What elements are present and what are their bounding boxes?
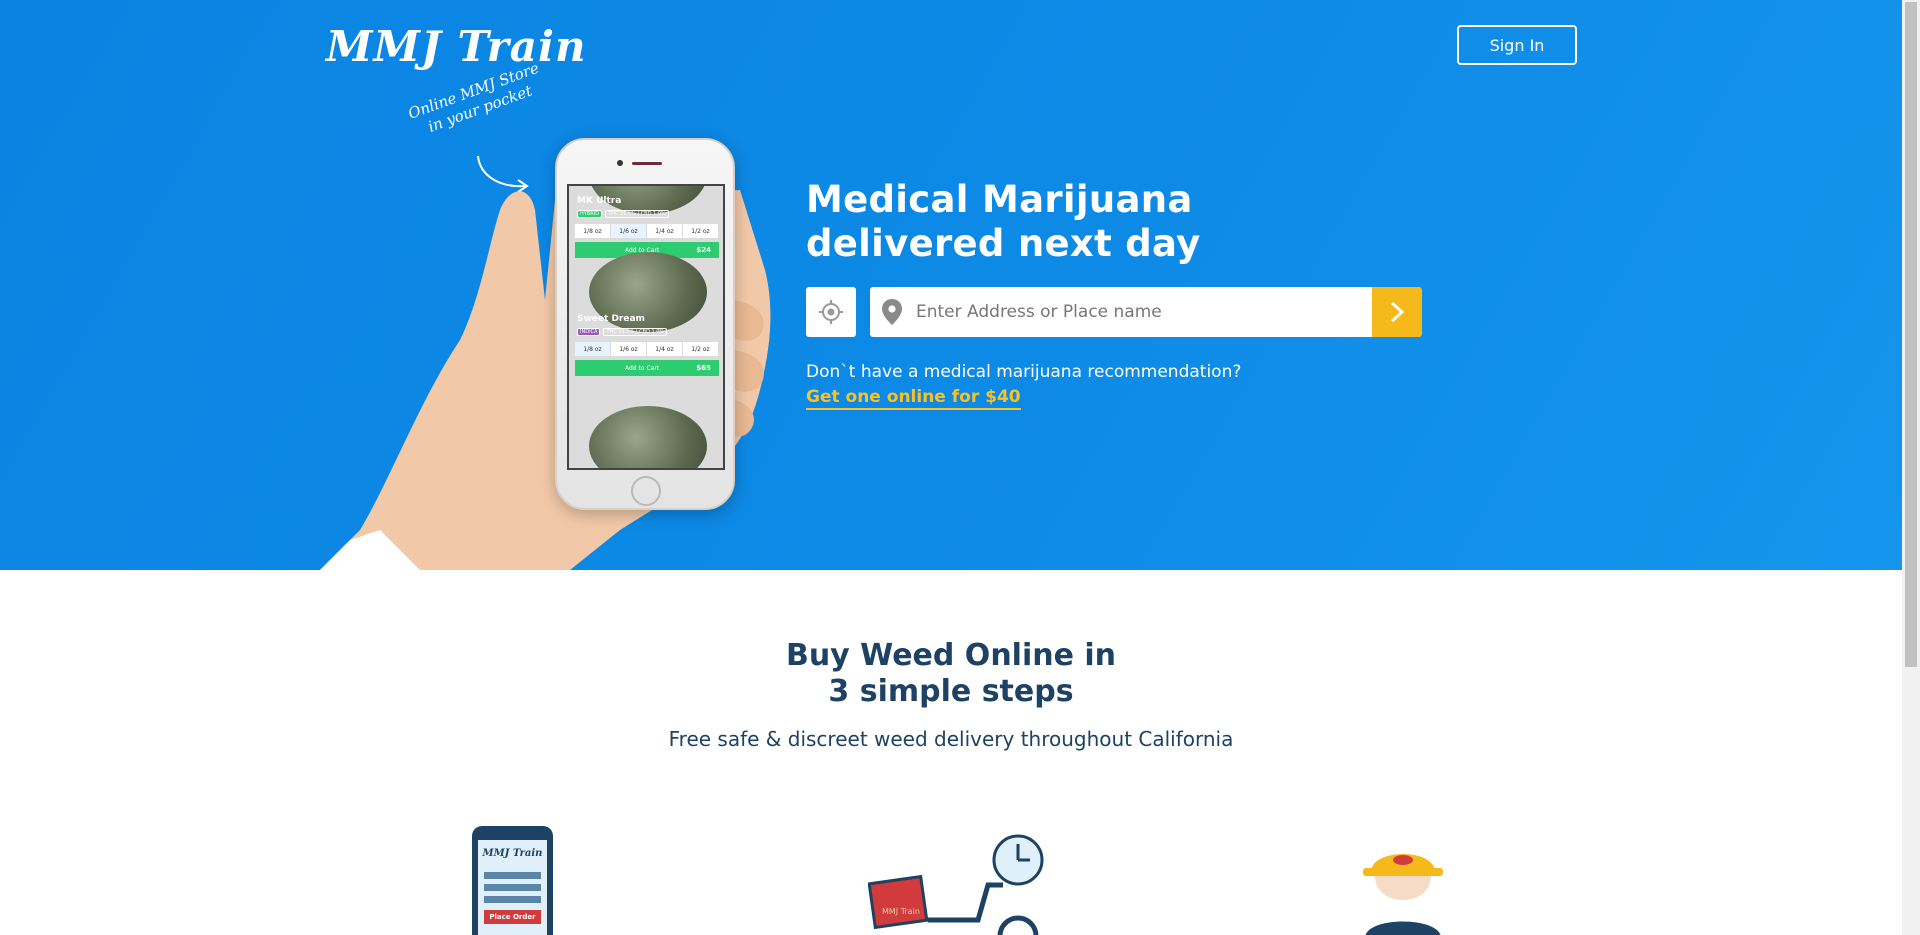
crosshair-icon (819, 300, 843, 324)
size-option[interactable]: 1/6 oz (611, 342, 647, 356)
product-name: MK Ultra (577, 196, 622, 206)
speaker-icon (632, 162, 662, 165)
place-order-label: Place Order (484, 910, 541, 924)
steps-title: Buy Weed Online in 3 simple steps (0, 638, 1902, 710)
scrollbar-thumb[interactable] (1905, 2, 1917, 667)
chevron-right-icon (1390, 301, 1405, 323)
product-info-badge: THC 21.5% | CBD 1.0% (605, 210, 669, 218)
delivery-scooter-icon: MMJ Train (868, 834, 1044, 935)
address-input[interactable] (916, 302, 1356, 322)
steps-title-line2: 3 simple steps (828, 674, 1074, 709)
phone-screen: MK Ultra HYBRID THC 21.5% | CBD 1.0% 1/8… (567, 184, 725, 470)
product-price: $65 (696, 364, 711, 372)
address-field[interactable] (870, 287, 1372, 337)
product-type-badge: INDICA (577, 328, 601, 336)
scooter-box-label: MMJ Train (882, 907, 920, 916)
add-to-cart-button[interactable]: Add to Cart $65 (575, 360, 719, 376)
product-badges: HYBRID THC 21.5% | CBD 1.0% (577, 210, 669, 218)
get-recommendation-link[interactable]: Get one online for $40 (806, 387, 1021, 410)
menu-line (484, 896, 541, 903)
steps-title-line1: Buy Weed Online in (785, 638, 1117, 673)
recommendation-question: Don`t have a medical marijuana recommend… (806, 362, 1242, 382)
product-name: Sweet Dream (577, 314, 645, 324)
courier-icon (1363, 854, 1443, 935)
menu-line (484, 872, 541, 879)
map-pin-icon (882, 299, 902, 325)
size-option[interactable]: 1/2 oz (683, 342, 719, 356)
size-option[interactable]: 1/8 oz (575, 224, 611, 238)
product-image (589, 406, 707, 468)
sign-in-button[interactable]: Sign In (1457, 25, 1577, 65)
hero-headline: Medical Marijuana delivered next day (806, 178, 1201, 266)
size-option[interactable]: 1/6 oz (611, 224, 647, 238)
product-badges: INDICA THC 21.5% | CBD 1.0% (577, 328, 668, 336)
headline-line2: delivered next day (806, 222, 1201, 265)
size-option[interactable]: 1/4 oz (647, 224, 683, 238)
hero-section: MMJ Train Sign In Online MMJ Store in yo… (0, 0, 1902, 570)
headline-line1: Medical Marijuana (806, 178, 1193, 221)
product-type-badge: HYBRID (577, 210, 603, 218)
locate-me-button[interactable] (806, 287, 856, 337)
camera-icon (617, 160, 623, 166)
size-option[interactable]: 1/8 oz (575, 342, 611, 356)
step-order-phone-icon: MMJ Train Place Order (472, 826, 553, 935)
product-info-badge: THC 21.5% | CBD 1.0% (603, 328, 668, 336)
size-selector: 1/8 oz 1/6 oz 1/4 oz 1/2 oz (575, 224, 719, 238)
home-button-icon (631, 476, 661, 506)
size-selector: 1/8 oz 1/6 oz 1/4 oz 1/2 oz (575, 342, 719, 356)
phone-mockup: MK Ultra HYBRID THC 21.5% | CBD 1.0% 1/8… (555, 138, 735, 510)
step1-brand: MMJ Train (482, 848, 543, 859)
scrollbar[interactable] (1902, 0, 1920, 935)
steps-subtitle: Free safe & discreet weed delivery throu… (668, 727, 1234, 751)
product-card (569, 396, 723, 468)
product-card: Sweet Dream INDICA THC 21.5% | CBD 1.0% … (569, 242, 723, 388)
search-submit-button[interactable] (1372, 287, 1422, 337)
logo[interactable]: MMJ Train (326, 22, 587, 71)
menu-line (484, 884, 541, 891)
size-option[interactable]: 1/4 oz (647, 342, 683, 356)
add-to-cart-label: Add to Cart (625, 364, 660, 372)
size-option[interactable]: 1/2 oz (683, 224, 719, 238)
